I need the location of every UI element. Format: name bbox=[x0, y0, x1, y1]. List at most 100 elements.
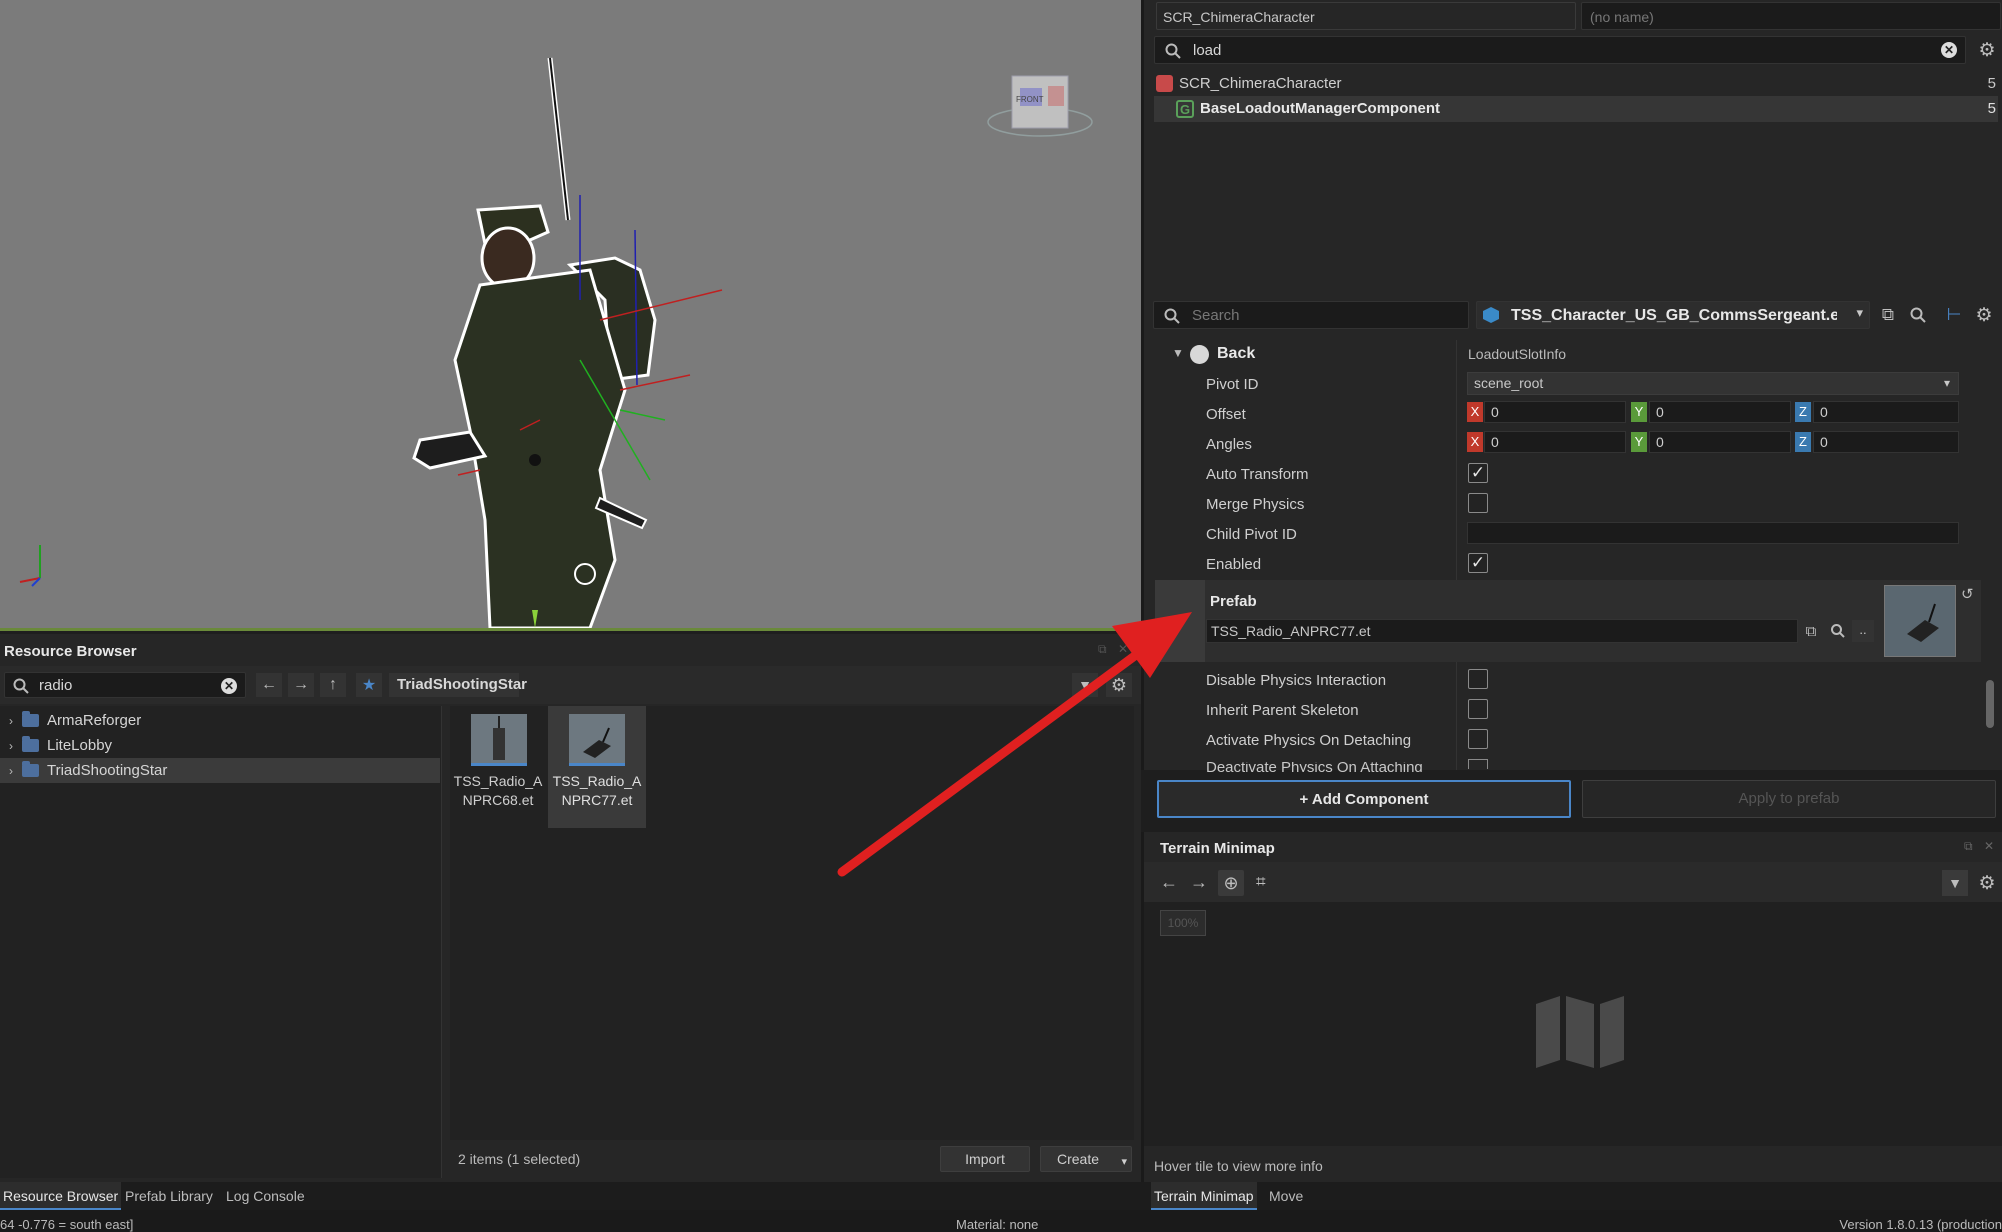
3d-viewport[interactable]: FRONT bbox=[0, 0, 1141, 631]
browse-button[interactable]: .. bbox=[1852, 620, 1874, 642]
angles-z-input[interactable]: 0 bbox=[1813, 431, 1959, 453]
offset-z-input[interactable]: 0 bbox=[1813, 401, 1959, 423]
arrow-right-icon[interactable]: → bbox=[1190, 872, 1208, 893]
deactivate-physics-label: Deactivate Physics On Attaching bbox=[1206, 762, 1423, 772]
tab-prefab-library[interactable]: Prefab Library bbox=[122, 1182, 216, 1210]
gear-icon[interactable]: ⚙ bbox=[1975, 37, 1999, 63]
search-icon bbox=[1164, 308, 1180, 324]
offset-label: Offset bbox=[1206, 406, 1246, 423]
tab-terrain-minimap[interactable]: Terrain Minimap bbox=[1151, 1182, 1257, 1210]
prefab-selector[interactable]: TSS_Character_US_GB_CommsSergeant.et (1 … bbox=[1476, 301, 1870, 329]
resource-search-value: radio bbox=[39, 677, 73, 694]
properties-scrollbar[interactable] bbox=[1986, 680, 1994, 728]
arrow-right-icon[interactable]: → bbox=[288, 673, 314, 697]
pivot-id-select[interactable]: scene_root ▾ bbox=[1467, 372, 1959, 395]
arrow-left-icon[interactable]: ← bbox=[256, 673, 282, 697]
add-component-button[interactable]: + Add Component bbox=[1157, 780, 1571, 818]
file-item-anprc77[interactable]: TSS_Radio_A NPRC77.et bbox=[548, 706, 646, 828]
entity-name-field[interactable]: (no name) bbox=[1581, 2, 2001, 30]
resource-search-input[interactable]: radio ✕ bbox=[4, 672, 246, 698]
crosshair-icon[interactable]: ⊕ bbox=[1218, 870, 1244, 896]
undock-icon[interactable]: ⧉ bbox=[1098, 642, 1107, 657]
merge-physics-checkbox[interactable] bbox=[1468, 493, 1488, 513]
entity-class-field: SCR_ChimeraCharacter bbox=[1156, 2, 1576, 30]
tree-row-loadout-manager[interactable]: G BaseLoadoutManagerComponent 5 bbox=[1154, 96, 1998, 122]
radio-thumbnail-icon bbox=[471, 714, 527, 766]
enabled-checkbox[interactable]: ✓ bbox=[1468, 553, 1488, 573]
slot-name: Back bbox=[1217, 345, 1256, 362]
prefab-thumbnail bbox=[1884, 585, 1956, 657]
star-icon[interactable]: ★ bbox=[356, 673, 382, 697]
pivot-id-label: Pivot ID bbox=[1206, 376, 1259, 393]
crop-icon[interactable]: ⌗ bbox=[1256, 872, 1266, 892]
close-icon[interactable]: ✕ bbox=[1984, 839, 1994, 853]
svg-text:FRONT: FRONT bbox=[1016, 95, 1044, 104]
component-search-input[interactable]: load ✕ bbox=[1154, 36, 1966, 64]
deactivate-physics-checkbox[interactable] bbox=[1468, 759, 1488, 769]
prefab-name: TSS_Character_US_GB_CommsSergeant.et (1 bbox=[1511, 307, 1837, 324]
search-prefab-icon[interactable] bbox=[1910, 307, 1926, 323]
version-label: Version 1.8.0.13 (production bbox=[1839, 1217, 2002, 1232]
reset-icon[interactable]: ↺ bbox=[1961, 585, 1974, 603]
arrow-left-icon[interactable]: ← bbox=[1160, 872, 1178, 893]
selection-status: 2 items (1 selected) bbox=[458, 1151, 581, 1167]
folder-tree: › ArmaReforger › LiteLobby › TriadShooti… bbox=[0, 706, 442, 1178]
tree-item-litelobby[interactable]: › LiteLobby bbox=[0, 733, 440, 758]
expand-arrow-icon[interactable]: ▼ bbox=[1172, 346, 1184, 360]
enabled-label: Enabled bbox=[1206, 556, 1262, 573]
close-icon[interactable]: ✕ bbox=[1118, 642, 1128, 656]
disable-physics-checkbox[interactable] bbox=[1468, 669, 1488, 689]
file-item-anprc68[interactable]: TSS_Radio_A NPRC68.et bbox=[452, 708, 544, 828]
prefab-path-input[interactable]: TSS_Radio_ANPRC77.et bbox=[1206, 619, 1798, 643]
gear-icon[interactable]: ⚙ bbox=[1974, 870, 2000, 896]
tab-log-console[interactable]: Log Console bbox=[223, 1182, 308, 1210]
file-grid: TSS_Radio_A NPRC68.et TSS_Radio_A NPRC77.e… bbox=[450, 706, 1134, 1140]
tree-item-triadshootingstar[interactable]: › TriadShootingStar bbox=[0, 758, 440, 783]
activate-physics-label: Activate Physics On Detaching bbox=[1206, 732, 1412, 749]
gear-icon[interactable]: ⚙ bbox=[1972, 303, 1996, 327]
property-search-input[interactable]: Search bbox=[1153, 301, 1469, 329]
activate-physics-checkbox[interactable] bbox=[1468, 729, 1488, 749]
resource-browser-title: Resource Browser bbox=[4, 643, 137, 660]
chevron-down-icon: ▾ bbox=[1856, 305, 1863, 320]
apply-to-prefab-button[interactable]: Apply to prefab bbox=[1582, 780, 1996, 818]
tree-item-armareforger[interactable]: › ArmaReforger bbox=[0, 708, 440, 733]
open-external-icon[interactable]: ⧉ bbox=[1876, 303, 1900, 327]
soldier-model bbox=[412, 57, 657, 628]
filter-icon[interactable]: ▼ bbox=[1942, 870, 1968, 896]
create-button[interactable]: Create ▾ bbox=[1040, 1146, 1132, 1172]
cube-icon bbox=[1156, 75, 1173, 92]
gear-icon[interactable]: ⚙ bbox=[1106, 673, 1132, 697]
angles-x-input[interactable]: 0 bbox=[1484, 431, 1626, 453]
undock-icon[interactable]: ⧉ bbox=[1964, 839, 1973, 854]
child-pivot-input[interactable] bbox=[1467, 522, 1959, 544]
terrain-hint: Hover tile to view more info bbox=[1154, 1158, 1323, 1174]
hierarchy-icon[interactable]: ⊢ bbox=[1942, 303, 1966, 327]
arrow-up-icon[interactable]: ↑ bbox=[320, 673, 346, 697]
auto-transform-label: Auto Transform bbox=[1206, 466, 1309, 483]
chevron-down-icon: ▾ bbox=[1121, 1156, 1127, 1168]
prefab-cube-icon bbox=[1483, 307, 1499, 323]
filter-icon[interactable]: ▼ bbox=[1072, 673, 1098, 697]
tree-row-label: SCR_ChimeraCharacter bbox=[1179, 75, 1342, 92]
tab-resource-browser[interactable]: Resource Browser bbox=[0, 1182, 122, 1210]
file-grid-footer: 2 items (1 selected) Import Create ▾ bbox=[450, 1140, 1134, 1178]
clear-search-icon[interactable]: ✕ bbox=[1941, 42, 1957, 58]
search-icon[interactable] bbox=[1831, 624, 1845, 638]
tab-move[interactable]: Move bbox=[1266, 1182, 1306, 1210]
breadcrumb[interactable]: TriadShootingStar bbox=[389, 673, 527, 697]
z-axis-badge: Z bbox=[1795, 402, 1811, 422]
angles-y-input[interactable]: 0 bbox=[1649, 431, 1791, 453]
tree-row-entity[interactable]: SCR_ChimeraCharacter 5 bbox=[1154, 71, 1998, 96]
auto-transform-checkbox[interactable]: ✓ bbox=[1468, 463, 1488, 483]
x-axis-badge: X bbox=[1467, 402, 1483, 422]
offset-x-input[interactable]: 0 bbox=[1484, 401, 1626, 423]
clear-search-icon[interactable]: ✕ bbox=[221, 678, 237, 694]
inherit-skeleton-checkbox[interactable] bbox=[1468, 699, 1488, 719]
import-button[interactable]: Import bbox=[940, 1146, 1030, 1172]
open-external-icon[interactable]: ⧉ bbox=[1800, 620, 1822, 642]
offset-y-input[interactable]: 0 bbox=[1649, 401, 1791, 423]
folder-icon bbox=[22, 736, 39, 752]
radio-thumbnail-icon bbox=[569, 714, 625, 766]
scene-render: FRONT bbox=[19, 57, 1093, 628]
